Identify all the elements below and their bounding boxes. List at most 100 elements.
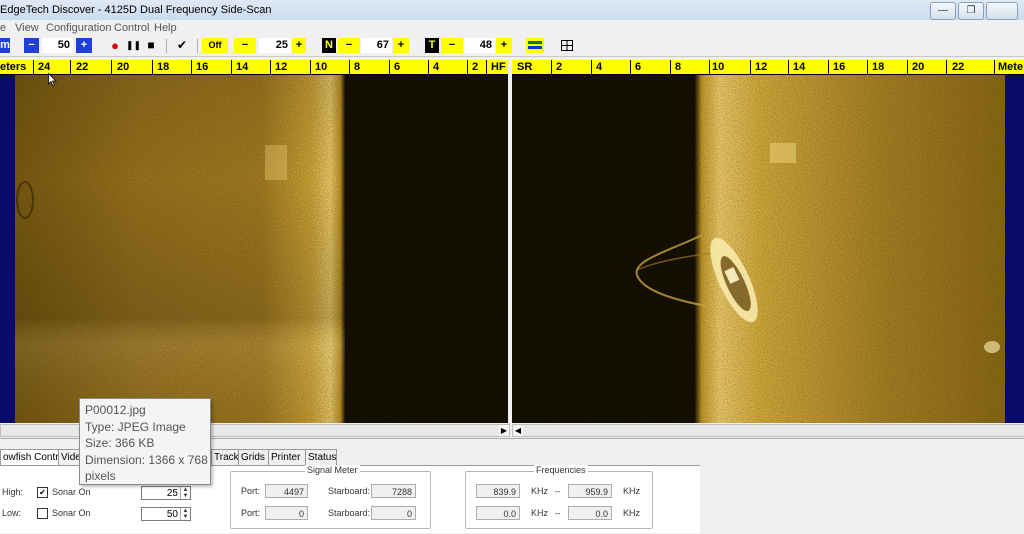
port-tick-4: 4 [433, 61, 440, 73]
low-sonar-on-label: Sonar On [52, 508, 91, 518]
high-label: High: [2, 487, 24, 497]
stbd-tick-22: 22 [952, 61, 965, 73]
off-button[interactable]: Off [202, 38, 228, 53]
gain-increase-button[interactable]: + [76, 38, 92, 53]
stbd-tick-12: 12 [755, 61, 768, 73]
freq-unit: KHz [623, 508, 641, 518]
port-sonar-image[interactable] [15, 75, 508, 423]
starboard-horizontal-scrollbar[interactable]: ◀ [512, 424, 1024, 437]
high-sonar-checkbox[interactable]: ✔ [37, 487, 48, 498]
pause-button[interactable]: ❚❚ [126, 38, 141, 53]
n-increase-button[interactable]: + [393, 38, 409, 53]
tooltip-size: Size: 366 KB [85, 436, 155, 450]
gain-value[interactable]: 50 [42, 38, 73, 53]
tab-track[interactable]: Track [211, 449, 241, 465]
low-value-stepper[interactable]: 50 ▲ ▼ [141, 507, 191, 521]
freq-low-b: 0.0 [568, 506, 612, 520]
tooltip-dimension-cont: pixels [85, 469, 116, 483]
port-tick-12: 12 [275, 61, 288, 73]
freq-high-a: 839.9 [476, 484, 520, 498]
stbd-tick-8: 8 [675, 61, 682, 73]
scroll-right-arrow-icon[interactable]: ▶ [499, 425, 509, 436]
stbd-tick-14: 14 [793, 61, 806, 73]
port-high-signal: 4497 [265, 484, 308, 498]
toolbar: m − 50 + ● ❚❚ ■ ✔ Off − 25 + N − 67 + T … [0, 36, 1024, 57]
port-freq-label: HF [491, 61, 506, 73]
stop-button[interactable]: ■ [144, 38, 158, 53]
file-info-tooltip: P00012.jpg Type: JPEG Image Size: 366 KB… [79, 398, 211, 485]
scroll-left-arrow-icon[interactable]: ◀ [513, 425, 523, 436]
t-decrease-button[interactable]: − [441, 38, 463, 53]
freq-low-a: 0.0 [476, 506, 520, 520]
starboard-freq-label: SR [517, 61, 533, 73]
frequencies-title: Frequencies [534, 465, 588, 475]
t-increase-button[interactable]: + [496, 38, 512, 53]
n-value[interactable]: 67 [361, 38, 392, 53]
port-low-label: Port: [241, 508, 261, 518]
tab-towfish-control[interactable]: owfish Control [0, 449, 66, 466]
tvg-decrease-button[interactable]: − [234, 38, 256, 53]
stbd-tick-20: 20 [912, 61, 925, 73]
starboard-sonar-image[interactable] [512, 75, 1005, 423]
tvg-value[interactable]: 25 [259, 38, 291, 53]
port-tick-16: 16 [196, 61, 209, 73]
port-tick-2: 2 [472, 61, 479, 73]
port-tick-14: 14 [236, 61, 249, 73]
starboard-high-label: Starboard: [328, 486, 371, 496]
high-sonar-on-label: Sonar On [52, 487, 91, 497]
window-title: EdgeTech Discover - 4125D Dual Frequency… [0, 4, 272, 16]
freq-dash: – [555, 486, 561, 496]
check-button[interactable]: ✔ [174, 38, 190, 53]
port-edge-strip [0, 75, 15, 423]
mouse-cursor-icon [48, 73, 57, 87]
port-horizontal-scrollbar[interactable]: ▶ [0, 424, 510, 437]
port-high-label: Port: [241, 486, 261, 496]
port-low-signal: 0 [265, 506, 308, 520]
freq-unit: KHz [531, 508, 549, 518]
signal-meter-title: Signal Meter [305, 465, 360, 475]
low-sonar-checkbox[interactable] [37, 508, 48, 519]
restore-button[interactable]: ❐ [958, 2, 984, 20]
t-value[interactable]: 48 [464, 38, 495, 53]
port-tick-10: 10 [315, 61, 328, 73]
port-tick-18: 18 [157, 61, 170, 73]
port-tick-20: 20 [117, 61, 130, 73]
palette-icon[interactable] [526, 38, 544, 53]
port-tick-24: 24 [38, 61, 51, 73]
freq-unit: KHz [623, 486, 641, 496]
tab-status[interactable]: Status [305, 449, 337, 465]
menu-file[interactable]: e [0, 22, 6, 34]
left-mode-tab[interactable]: m [0, 38, 10, 53]
n-decrease-button[interactable]: − [338, 38, 360, 53]
menu-configuration[interactable]: Configuration [46, 22, 111, 34]
record-button[interactable]: ● [108, 38, 122, 53]
tooltip-filename: P00012.jpg [85, 403, 146, 417]
stbd-tick-10: 10 [712, 61, 725, 73]
stbd-tick-16: 16 [833, 61, 846, 73]
starboard-low-label: Starboard: [328, 508, 371, 518]
grid-icon[interactable] [560, 38, 574, 53]
menu-view[interactable]: View [15, 22, 39, 34]
close-button[interactable] [986, 2, 1018, 20]
gain-decrease-button[interactable]: − [24, 38, 39, 53]
port-tick-6: 6 [394, 61, 401, 73]
starboard-high-signal: 7288 [371, 484, 416, 498]
menu-control[interactable]: Control [114, 22, 149, 34]
tab-printer[interactable]: Printer [268, 449, 308, 465]
port-tick-22: 22 [76, 61, 89, 73]
stbd-tick-6: 6 [635, 61, 642, 73]
starboard-range-ruler: SR 2 4 6 8 10 12 14 16 18 20 22 Mete [512, 60, 1024, 75]
minimize-button[interactable]: — [930, 2, 956, 20]
starboard-edge-strip [1005, 75, 1024, 423]
tab-grids[interactable]: Grids [238, 449, 270, 465]
high-value-stepper[interactable]: 25 ▲ ▼ [141, 486, 191, 500]
port-tick-8: 8 [354, 61, 361, 73]
stbd-tick-2: 2 [556, 61, 563, 73]
title-bar: EdgeTech Discover - 4125D Dual Frequency… [0, 0, 1024, 22]
port-range-ruler: eters 24 22 20 18 16 14 12 10 8 6 4 2 HF [0, 60, 508, 75]
tvg-increase-button[interactable]: + [292, 38, 306, 53]
menu-help[interactable]: Help [154, 22, 177, 34]
low-value: 50 [166, 509, 178, 520]
stbd-tick-4: 4 [596, 61, 603, 73]
stbd-tick-18: 18 [872, 61, 885, 73]
